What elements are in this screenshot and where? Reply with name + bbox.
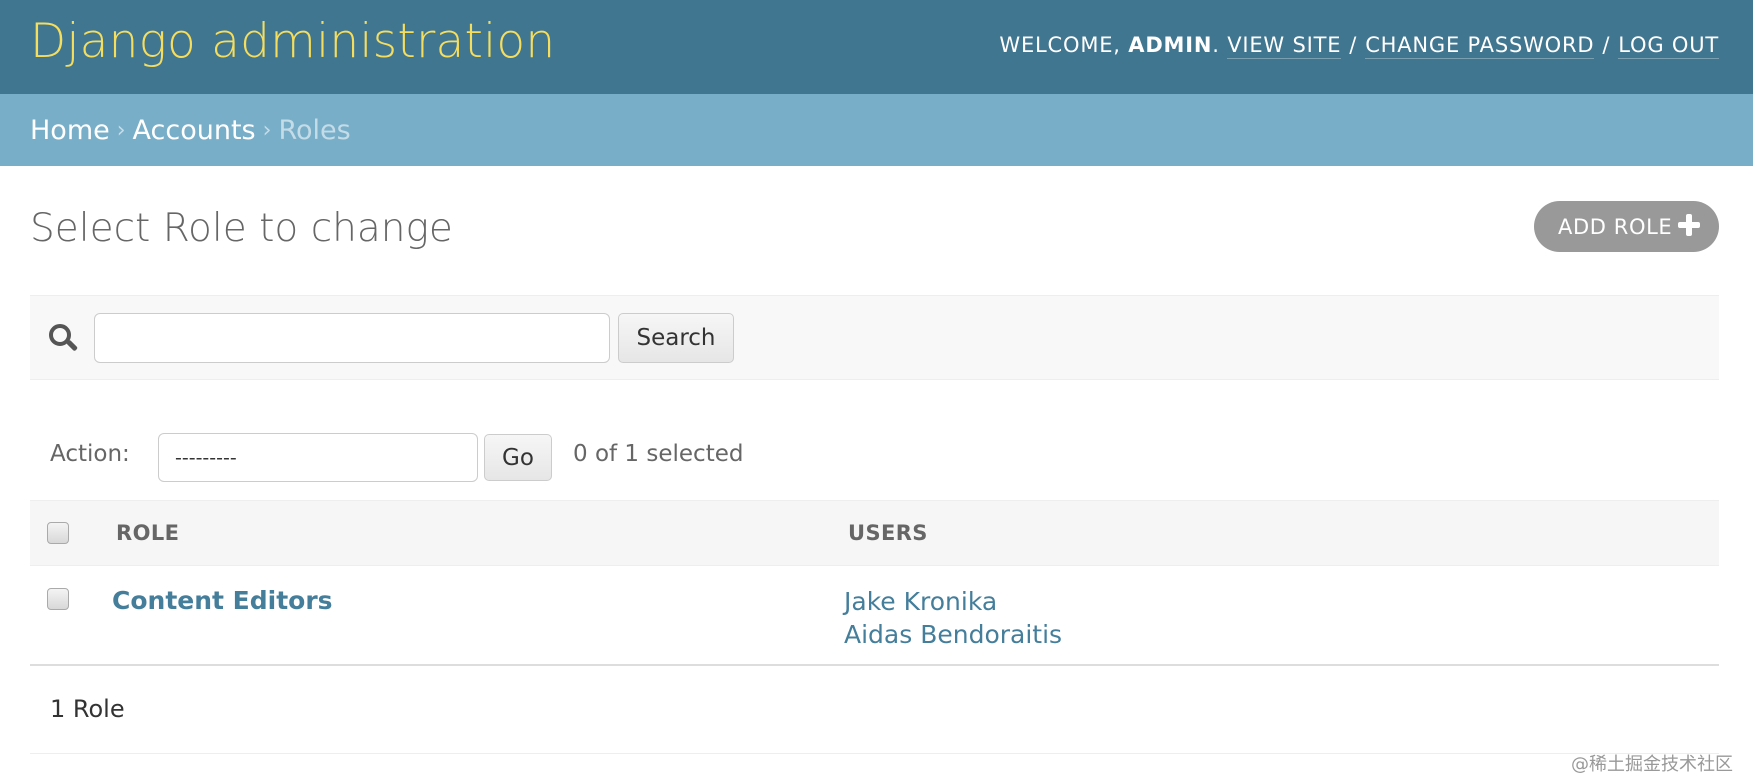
row-checkbox[interactable] (47, 588, 69, 610)
users-list: Jake Kronika Aidas Bendoraitis (844, 585, 1062, 651)
table-header: ROLE USERS (30, 500, 1719, 566)
add-role-button[interactable]: ADD ROLE (1534, 201, 1719, 252)
breadcrumb-arrow: › (262, 117, 272, 143)
action-select[interactable]: --------- (158, 433, 478, 482)
user-link[interactable]: Jake Kronika (844, 585, 1062, 618)
search-toolbar: Search (30, 295, 1719, 380)
user-link[interactable]: Aidas Bendoraitis (844, 618, 1062, 651)
user-tools: WELCOME, ADMIN . VIEW SITE / CHANGE PASS… (999, 33, 1719, 59)
view-site-link[interactable]: VIEW SITE (1227, 33, 1342, 59)
results-table: ROLE USERS Content Editors Jake Kronika … (30, 500, 1719, 666)
search-button[interactable]: Search (618, 313, 734, 363)
go-button[interactable]: Go (484, 434, 552, 481)
column-header-users: USERS (848, 521, 928, 545)
search-icon (49, 324, 79, 354)
separator: / (1349, 33, 1358, 57)
separator: / (1602, 33, 1611, 57)
log-out-link[interactable]: LOG OUT (1618, 33, 1719, 59)
breadcrumb-home[interactable]: Home (30, 115, 110, 146)
paginator: 1 Role (30, 668, 1719, 754)
action-counter: 0 of 1 selected (573, 441, 744, 467)
plus-icon (1677, 213, 1701, 237)
role-link[interactable]: Content Editors (112, 586, 333, 615)
breadcrumb-current: Roles (278, 114, 351, 146)
select-all-checkbox[interactable] (47, 522, 69, 544)
welcome-label: WELCOME, (999, 33, 1121, 57)
table-row: Content Editors Jake Kronika Aidas Bendo… (30, 566, 1719, 666)
breadcrumb-accounts[interactable]: Accounts (133, 115, 256, 146)
site-branding[interactable]: Django administration (30, 14, 555, 69)
breadcrumb-arrow: › (116, 117, 126, 143)
result-count: 1 Role (50, 695, 125, 723)
page-title: Select Role to change (30, 206, 453, 251)
breadcrumb: Home › Accounts › Roles (0, 94, 1753, 166)
search-input[interactable] (94, 313, 610, 363)
add-role-label: ADD ROLE (1558, 214, 1673, 239)
action-label: Action: (50, 441, 130, 467)
header: Django administration WELCOME, ADMIN . V… (0, 0, 1753, 94)
change-password-link[interactable]: CHANGE PASSWORD (1365, 33, 1595, 59)
username: ADMIN (1128, 33, 1213, 57)
actions-bar: Action: --------- Go 0 of 1 selected (30, 425, 1719, 493)
watermark: @稀土掘金技术社区 (1571, 754, 1733, 775)
column-header-role[interactable]: ROLE (116, 521, 179, 545)
